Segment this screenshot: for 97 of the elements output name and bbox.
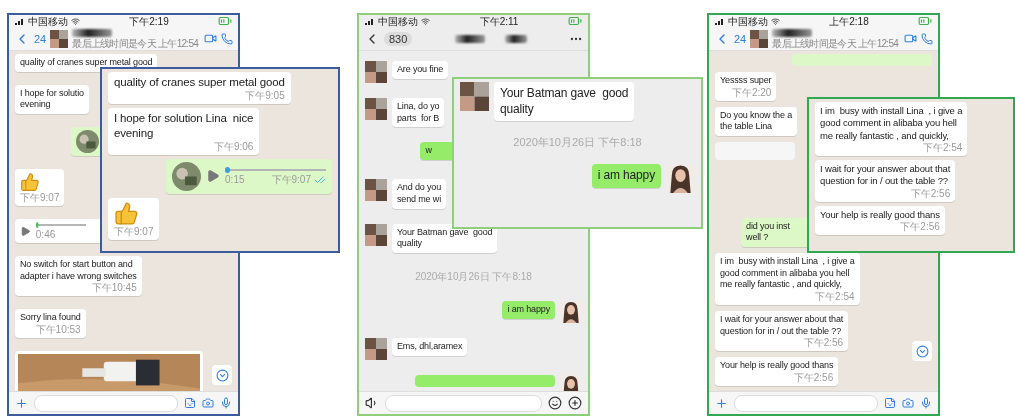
- play-icon[interactable]: [20, 225, 31, 237]
- message-text: Lina, do yo parts for B: [397, 101, 440, 125]
- camera-icon[interactable]: [902, 397, 914, 409]
- message-text: Yessss super: [720, 75, 772, 87]
- signal-icon: [715, 17, 725, 25]
- message-text: i am happy: [507, 304, 550, 316]
- blurred-name: [454, 34, 485, 43]
- message-text: i am happy: [597, 168, 655, 184]
- play-icon[interactable]: [206, 169, 221, 184]
- blurred-name: [504, 34, 527, 43]
- message-text: Sorry lina found: [20, 312, 81, 325]
- avatar: [750, 29, 769, 48]
- signal-icon: [15, 17, 25, 25]
- avatar: [460, 82, 489, 111]
- message-time: 下午2:56: [803, 337, 844, 349]
- message-time: 下午10:45: [91, 282, 137, 294]
- blurred-name: [72, 28, 113, 37]
- video-call-icon[interactable]: [204, 32, 217, 45]
- avatar: [365, 338, 387, 361]
- message-text: Are you fine: [397, 64, 444, 76]
- message-text: And do you send me wi: [397, 182, 442, 206]
- message-text: Do you know the a the table Lina: [720, 109, 792, 134]
- scroll-down-button[interactable]: [212, 365, 232, 385]
- message-text: Your help is really good thans: [720, 360, 834, 372]
- message-text: Your Batman gave good quality: [500, 86, 629, 118]
- wifi-icon: [421, 16, 430, 26]
- message-text: No switch for start button and adapter i have wrong switches: [20, 259, 137, 283]
- message-text: w: [425, 145, 432, 158]
- message-text: Your Batman gave good quality: [397, 226, 493, 251]
- message-input[interactable]: [734, 394, 878, 412]
- avatar: [365, 179, 387, 202]
- carrier-name: 中国移动: [728, 15, 768, 27]
- avatar: [76, 130, 100, 154]
- plus-icon[interactable]: [568, 396, 582, 410]
- scroll-down-button[interactable]: [912, 341, 932, 361]
- avatar: [365, 223, 387, 246]
- voice-duration: 0:15: [225, 174, 245, 186]
- message-text: Ems, dhl,aramex: [397, 341, 463, 353]
- carrier-name: 中国移动: [28, 15, 68, 27]
- last-seen-text: 最后上线时间是今天 上午12:54: [772, 37, 900, 49]
- message-time: 下午2:56: [793, 372, 834, 383]
- message-input[interactable]: [385, 394, 542, 412]
- avatar: [50, 29, 69, 48]
- status-time: 上午2:18: [829, 15, 869, 27]
- message-time: 下午2:56: [910, 187, 951, 199]
- avatar: [365, 61, 387, 83]
- message-text: did you inst well ?: [746, 220, 790, 244]
- unread-count: 830: [384, 31, 413, 46]
- message-text: I hope for solution Lina nice evening: [114, 110, 254, 141]
- message-text: I im busy with install Lina , i give a good comment in alibaba you hell me really fantastic , and quickly,: [820, 105, 963, 143]
- message-text: Your help is really good thans: [820, 208, 940, 222]
- carrier-name: 中国移动: [378, 15, 418, 27]
- message-text: I im busy with install Lina , i give a good comment in alibaba you hell me really fantastic , and quickly,: [720, 255, 855, 291]
- camera-icon[interactable]: [202, 397, 214, 409]
- message-time: 下午2:54: [922, 142, 963, 154]
- message-input[interactable]: [34, 394, 178, 412]
- thumbs-up-icon: [114, 200, 139, 226]
- battery-icon: [218, 15, 232, 28]
- avatar: [172, 161, 202, 191]
- message-text: I wait for your answer about that question for in / out the table ??: [720, 313, 844, 338]
- thumbs-up-icon: [20, 172, 40, 193]
- unread-count: 24: [34, 32, 47, 45]
- phone-icon[interactable]: [221, 32, 233, 45]
- message-time: 下午10:53: [35, 324, 81, 336]
- wifi-icon: [771, 16, 780, 26]
- message-time: 下午9:07: [20, 192, 60, 204]
- message-time: 下午9:06: [213, 140, 254, 152]
- last-seen-text: 最后上线时间是今天 上午12:54: [72, 37, 200, 49]
- message-text: I hope for solutio evening: [20, 87, 84, 112]
- video-call-icon[interactable]: [904, 32, 917, 45]
- emoji-icon[interactable]: [548, 396, 562, 410]
- status-time: 下午2:19: [129, 15, 169, 27]
- mic-icon[interactable]: [220, 397, 232, 409]
- message-time: 下午2:56: [900, 221, 940, 233]
- blurred-name: [772, 28, 813, 37]
- message-text: quality of cranes super metal good: [20, 57, 153, 69]
- wifi-icon: [71, 16, 80, 26]
- battery-icon: [568, 15, 582, 28]
- unread-count: 24: [734, 32, 747, 45]
- message-time: 下午2:54: [815, 290, 855, 302]
- avatar: [365, 98, 387, 120]
- audio-track: [35, 222, 86, 229]
- message-time: 下午2:20: [731, 86, 772, 98]
- status-time: 下午2:11: [479, 15, 519, 27]
- sticker-icon[interactable]: [184, 397, 196, 409]
- mic-icon[interactable]: [920, 397, 932, 409]
- sticker-icon[interactable]: [884, 397, 896, 409]
- avatar: [560, 301, 582, 324]
- message-text: quality of cranes super metal good: [114, 75, 285, 90]
- message-time: 下午9:07: [114, 225, 154, 237]
- message-time: 下午9:07: [271, 174, 311, 186]
- message-time: 下午9:05: [245, 89, 285, 101]
- message-text: I wait for your answer about that question for in / out the table ??: [820, 163, 951, 188]
- phone-icon[interactable]: [921, 32, 933, 45]
- voice-duration: 0:46: [35, 229, 56, 241]
- battery-icon: [918, 15, 932, 28]
- signal-icon: [365, 17, 375, 25]
